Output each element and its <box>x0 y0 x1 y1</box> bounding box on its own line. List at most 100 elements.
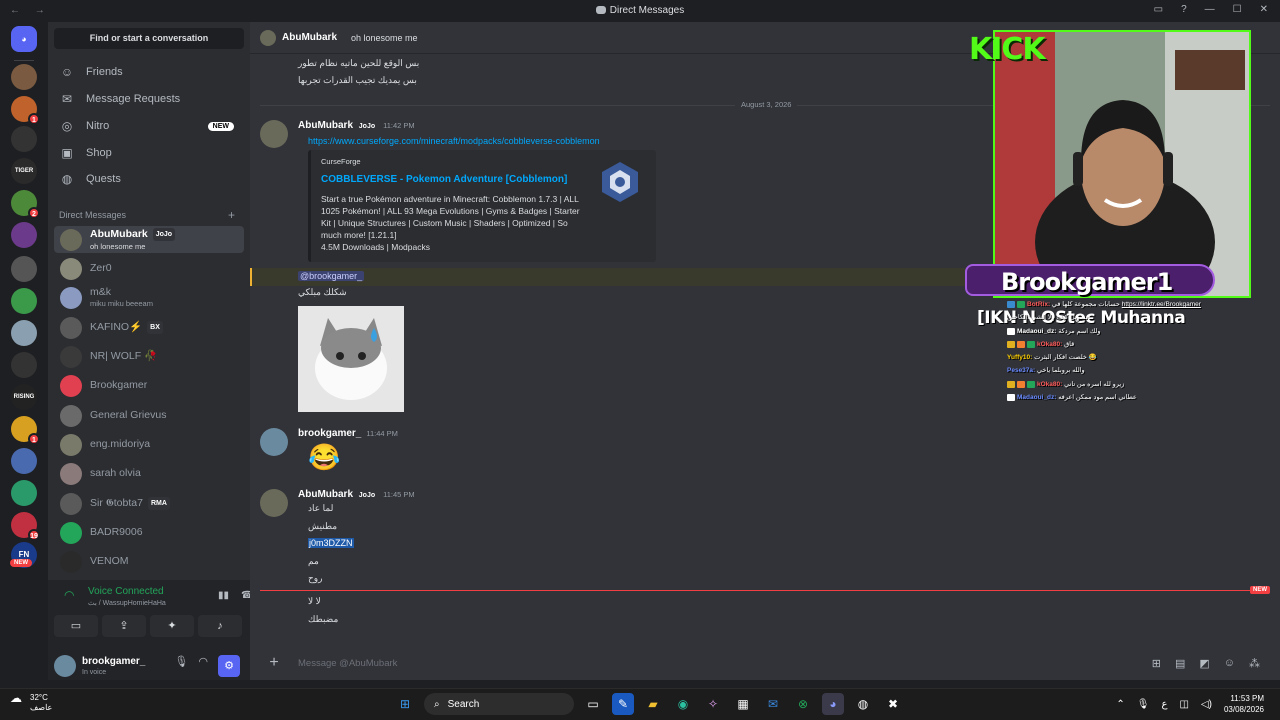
server-icon[interactable] <box>11 320 37 346</box>
close-button[interactable]: ✕ <box>1260 4 1268 15</box>
file-explorer-icon[interactable]: ▰ <box>642 693 664 715</box>
mic-icon[interactable]: 🎙︎ <box>174 655 188 677</box>
inbox-icon[interactable]: ▭ <box>1154 4 1163 15</box>
server-icon[interactable]: 1 <box>11 96 40 125</box>
nav-label: Nitro <box>86 120 110 132</box>
voice-channel[interactable]: بث / WassupHomieHaHa <box>88 599 166 607</box>
dm-item-badr9006[interactable]: BADR9006 <box>54 519 244 546</box>
avatar <box>60 374 82 397</box>
task-view-icon[interactable]: ▭ <box>582 693 604 715</box>
network-icon[interactable]: ◫ <box>1179 699 1188 710</box>
server-icon[interactable] <box>11 288 37 314</box>
gif-icon[interactable]: ▤ <box>1175 657 1185 670</box>
create-dm-button[interactable]: + <box>228 208 235 222</box>
server-icon[interactable] <box>11 64 37 90</box>
dm-name: VENOM <box>90 555 129 567</box>
server-icon[interactable] <box>11 222 37 248</box>
message-line: مم <box>308 556 319 566</box>
add-attachment-button[interactable]: + <box>266 654 282 672</box>
message-author[interactable]: brookgamer_ <box>298 428 361 439</box>
edge-icon[interactable]: ◉ <box>672 693 694 715</box>
server-icon[interactable] <box>11 126 37 152</box>
server-icon[interactable] <box>11 448 37 474</box>
activities-button[interactable]: ✦ <box>150 615 194 637</box>
mail-app-icon[interactable]: ✉ <box>762 693 784 715</box>
server-icon[interactable] <box>11 256 37 282</box>
weather-widget[interactable]: ☁ 32°C عاصف <box>10 692 52 713</box>
windows-start-icon[interactable]: ⊞ <box>394 693 416 715</box>
header-name[interactable]: AbuMubark <box>282 32 337 43</box>
dm-item-venom[interactable]: VENOM <box>54 548 244 575</box>
dm-item-abumubark[interactable]: AbuMubark JoJo oh lonesome me <box>54 226 244 253</box>
gift-icon[interactable]: ⊞ <box>1152 657 1161 670</box>
server-icon[interactable] <box>11 480 37 506</box>
clock[interactable]: 11:53 PM 03/08/2026 <box>1224 693 1264 715</box>
nav-message-requests[interactable]: ✉ Message Requests <box>54 87 244 111</box>
dm-item-eng-midoriya[interactable]: eng.midoriya <box>54 431 244 458</box>
dm-name: KAFINO⚡ <box>90 321 143 333</box>
maximize-button[interactable]: ☐ <box>1233 4 1242 15</box>
voice-status[interactable]: Voice Connected <box>88 586 164 597</box>
screen-share-button[interactable]: ⇪ <box>102 615 146 637</box>
minimize-button[interactable]: — <box>1205 4 1215 15</box>
cat-image[interactable] <box>298 306 404 412</box>
find-conversation-input[interactable]: Find or start a conversation <box>54 28 244 49</box>
chevron-up-icon[interactable]: ⌃ <box>1116 699 1124 710</box>
taskbar-search[interactable]: ⌕ Search <box>424 693 574 715</box>
nav-friends[interactable]: ☺ Friends <box>54 60 244 84</box>
dm-item-brookgamer[interactable]: Brookgamer <box>54 372 244 399</box>
discord-home-button[interactable]: ◕ <box>11 26 37 52</box>
message-author[interactable]: AbuMubark <box>298 120 353 131</box>
message-author[interactable]: AbuMubark <box>298 489 353 500</box>
help-icon[interactable]: ? <box>1181 4 1187 15</box>
sticker-icon[interactable]: ◩ <box>1199 657 1209 670</box>
camera-button[interactable]: ▭ <box>54 615 98 637</box>
avatar[interactable] <box>260 120 288 148</box>
discord-taskbar-icon[interactable]: ◕ <box>822 693 844 715</box>
chat-user: Madaoui_dz: <box>1017 394 1057 401</box>
dm-name: NR| WOLF 🥀 <box>90 350 158 362</box>
message-link[interactable]: https://www.curseforge.com/minecraft/mod… <box>308 136 600 146</box>
avatar[interactable] <box>260 489 288 517</box>
nav-nitro[interactable]: ◎ Nitro NEW <box>54 114 244 138</box>
noise-suppression-icon[interactable]: ▮▮ <box>218 590 229 601</box>
xbox-icon[interactable]: ⊗ <box>792 693 814 715</box>
gear-icon[interactable]: ⚙ <box>218 655 240 677</box>
nav-label: Quests <box>86 173 121 185</box>
avatar[interactable] <box>54 655 76 677</box>
server-icon[interactable]: TIGER <box>11 158 37 184</box>
dm-item-sir-gtobta[interactable]: Sir 𝕲tobta7 RMA <box>54 490 244 517</box>
server-icon[interactable]: 19 <box>11 512 40 541</box>
volume-icon[interactable]: ◁) <box>1201 699 1212 710</box>
nav-shop[interactable]: ▣ Shop <box>54 141 244 165</box>
language-indicator[interactable]: ع <box>1162 699 1168 710</box>
embed-description-text: Start a true Pokémon adventure in Minecr… <box>321 194 580 240</box>
dm-item-nr-wolf[interactable]: NR| WOLF 🥀 <box>54 343 244 370</box>
apps-icon[interactable]: ⁂ <box>1249 657 1260 670</box>
embed-title[interactable]: COBBLEVERSE - Pokemon Adventure [Cobblem… <box>321 174 567 185</box>
app-icon[interactable]: ✎ <box>612 693 634 715</box>
soundboard-button[interactable]: ♪ <box>198 615 242 637</box>
dm-item-kafino[interactable]: KAFINO⚡ BX <box>54 314 244 341</box>
server-icon[interactable]: 2 <box>11 190 40 219</box>
store-icon[interactable]: ▦ <box>732 693 754 715</box>
dm-item-zer0[interactable]: Zer0 <box>54 255 244 282</box>
server-icon[interactable]: RISING <box>11 384 37 410</box>
copilot-icon[interactable]: ✧ <box>702 693 724 715</box>
avatar <box>60 433 82 456</box>
avatar[interactable] <box>260 428 288 456</box>
capcut-icon[interactable]: ✖ <box>882 693 904 715</box>
mic-tray-icon[interactable]: 🎙︎ <box>1137 699 1150 710</box>
message-input[interactable]: Message @AbuMubark <box>298 658 397 669</box>
user-mention[interactable]: @brookgamer_ <box>298 271 365 281</box>
server-icon[interactable]: 1 <box>11 416 40 445</box>
dm-item-mk[interactable]: m&k miku miku beeeam <box>54 284 244 311</box>
dm-item-general-grievus[interactable]: General Grievus <box>54 402 244 429</box>
server-icon[interactable] <box>11 352 37 378</box>
headphones-icon[interactable]: ◠ <box>198 655 208 677</box>
dm-item-sarah-olvia[interactable]: sarah olvia <box>54 460 244 487</box>
nav-quests[interactable]: ◍ Quests <box>54 167 244 191</box>
window-title-text: Direct Messages <box>609 5 685 16</box>
obs-icon[interactable]: ◍ <box>852 693 874 715</box>
emoji-icon[interactable]: ☺ <box>1224 657 1235 670</box>
